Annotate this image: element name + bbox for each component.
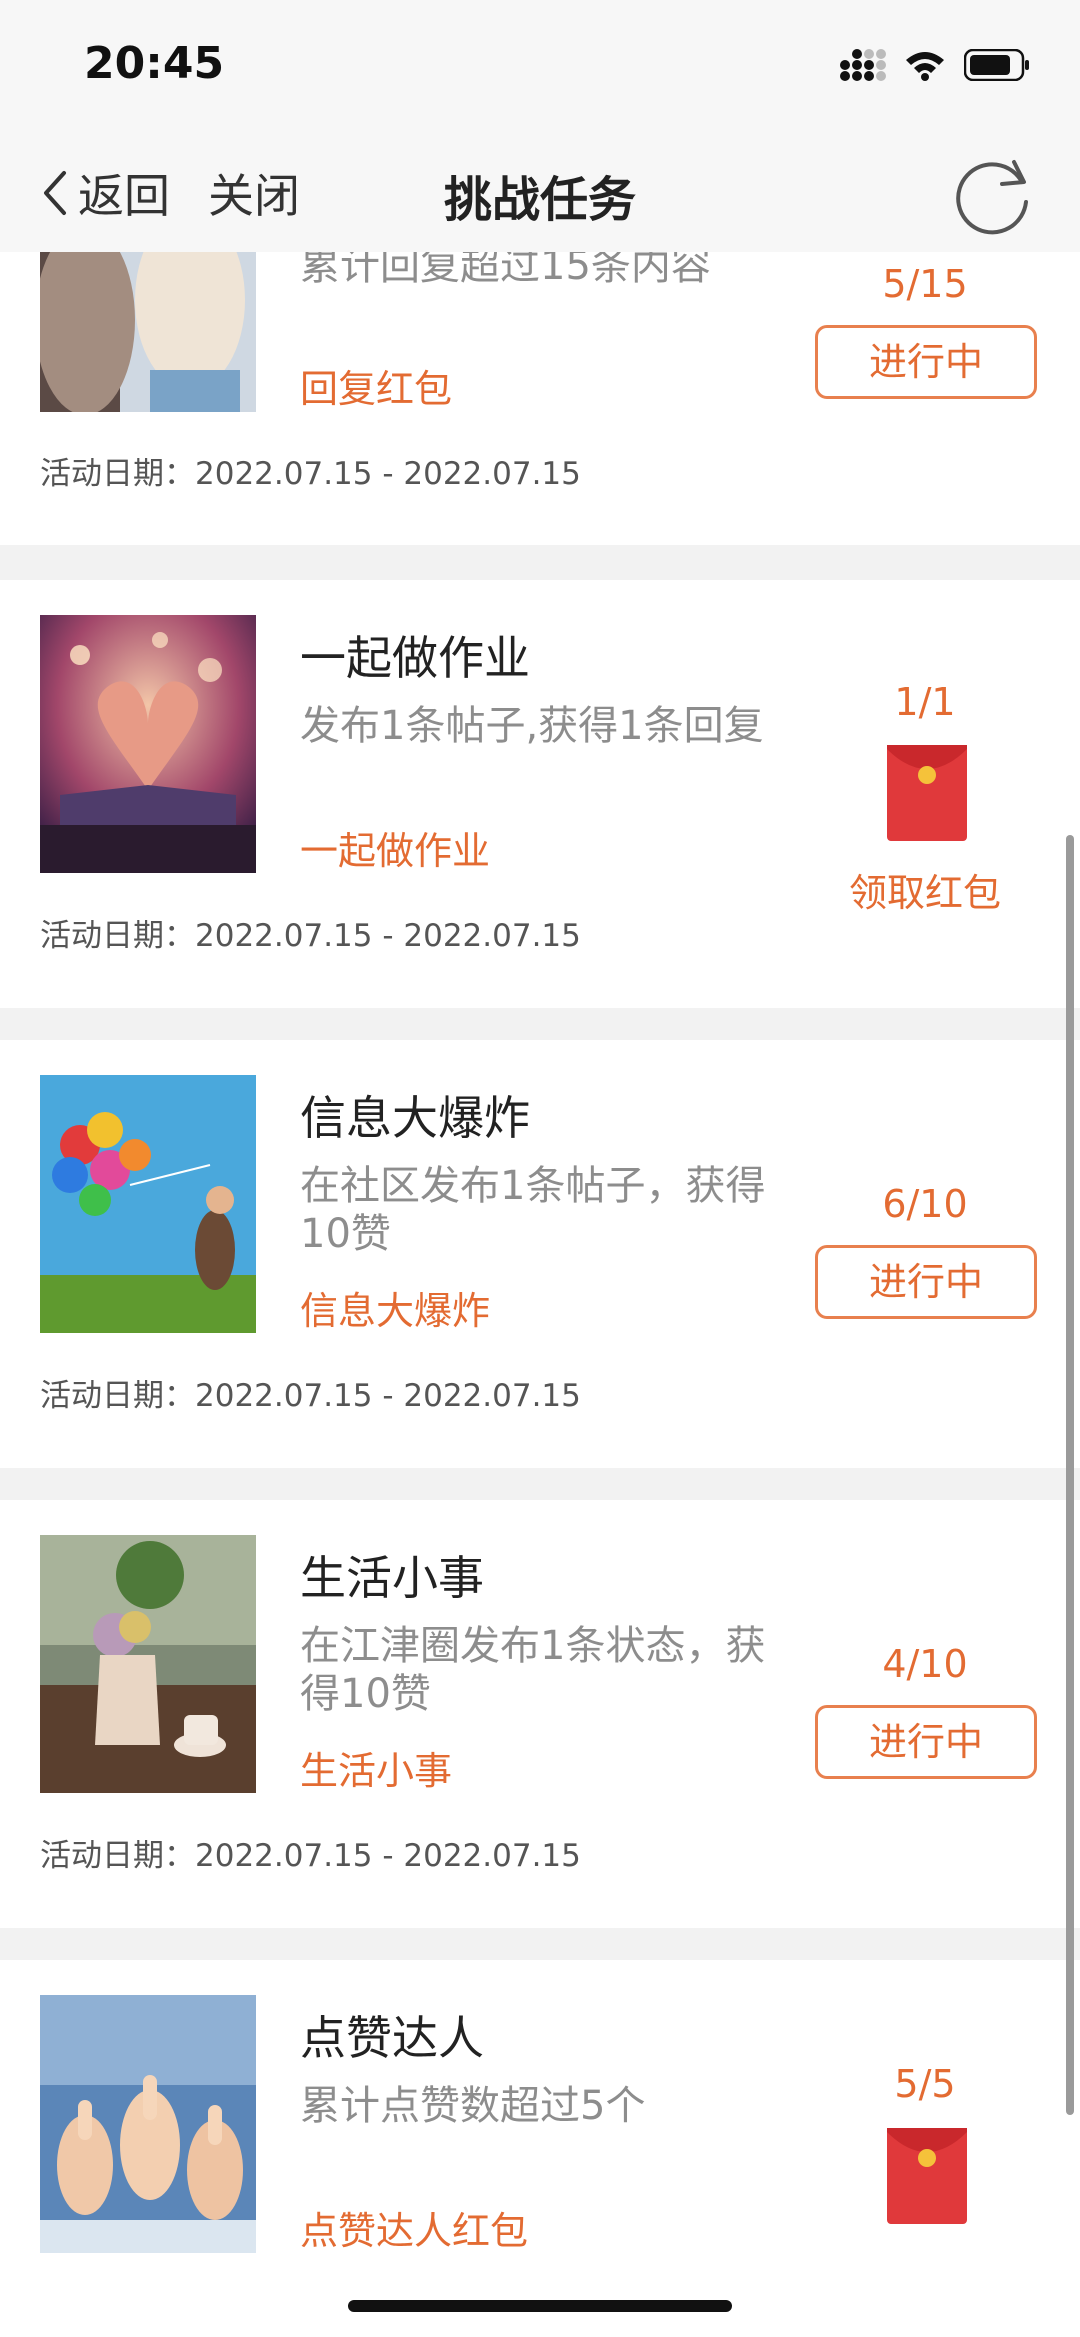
task-description: 在社区发布1条帖子，获得10赞 (300, 1163, 766, 1257)
task-reward-tag: 回复红包 (300, 367, 453, 411)
task-reward-tag: 生活小事 (300, 1749, 453, 1793)
page-title: 挑战任务 (443, 172, 636, 228)
cellular-signal-icon (840, 49, 886, 81)
red-envelope-icon[interactable] (887, 745, 967, 841)
task-thumbnail (40, 615, 256, 873)
task-date: 活动日期：2022.07.15 - 2022.07.15 (40, 1838, 581, 1874)
status-icons (840, 48, 1030, 82)
task-thumbnail (40, 1075, 256, 1333)
battery-icon (964, 49, 1029, 81)
task-progress: 5/5 (894, 2062, 956, 2106)
red-envelope-icon[interactable] (887, 2128, 967, 2224)
top-bar: 20:45 返回 关闭 挑战任务 (0, 0, 1080, 252)
task-thumbnail (40, 1535, 256, 1793)
task-date: 活动日期：2022.07.15 - 2022.07.15 (40, 1378, 581, 1414)
status-time: 20:45 (84, 38, 225, 89)
task-description: 在江津圈发布1条状态，获得10赞 (300, 1623, 766, 1717)
task-description: 发布1条帖子,获得1条回复 (300, 703, 764, 749)
task-title: 点赞达人 (300, 2011, 484, 2065)
task-description: 累计点赞数超过5个 (300, 2083, 646, 2129)
task-progress: 1/1 (894, 680, 956, 724)
in-progress-button[interactable]: 进行中 (815, 1705, 1037, 1779)
task-card[interactable]: 生活小事 在江津圈发布1条状态，获得10赞 生活小事 活动日期：2022.07.… (0, 1500, 1080, 1928)
in-progress-button[interactable]: 进行中 (815, 325, 1037, 399)
task-progress: 6/10 (882, 1182, 968, 1226)
task-card[interactable]: 一起做作业 发布1条帖子,获得1条回复 一起做作业 活动日期：2022.07.1… (0, 580, 1080, 1008)
wifi-icon (906, 52, 944, 81)
task-date: 活动日期：2022.07.15 - 2022.07.15 (40, 456, 581, 492)
task-progress: 5/15 (882, 262, 968, 306)
task-card[interactable]: 点赞达人 累计点赞数超过5个 点赞达人红包 5/5 (0, 1960, 1080, 2337)
task-thumbnail (40, 1995, 256, 2253)
task-title: 一起做作业 (300, 631, 530, 685)
task-progress: 4/10 (882, 1642, 968, 1686)
home-indicator[interactable] (348, 2300, 732, 2312)
task-title: 生活小事 (300, 1551, 484, 1605)
refresh-icon[interactable] (950, 152, 1036, 238)
task-reward-tag: 点赞达人红包 (300, 2209, 529, 2253)
task-date: 活动日期：2022.07.15 - 2022.07.15 (40, 918, 581, 954)
task-card[interactable]: 信息大爆炸 在社区发布1条帖子，获得10赞 信息大爆炸 活动日期：2022.07… (0, 1040, 1080, 1468)
task-reward-tag: 一起做作业 (300, 829, 491, 873)
task-title: 信息大爆炸 (300, 1091, 530, 1145)
claim-red-envelope-button[interactable]: 领取红包 (815, 862, 1035, 917)
task-reward-tag: 信息大爆炸 (300, 1289, 491, 1333)
navigation-bar: 返回 关闭 挑战任务 (0, 130, 1080, 252)
in-progress-button[interactable]: 进行中 (815, 1245, 1037, 1319)
scrollbar[interactable] (1066, 835, 1074, 2115)
